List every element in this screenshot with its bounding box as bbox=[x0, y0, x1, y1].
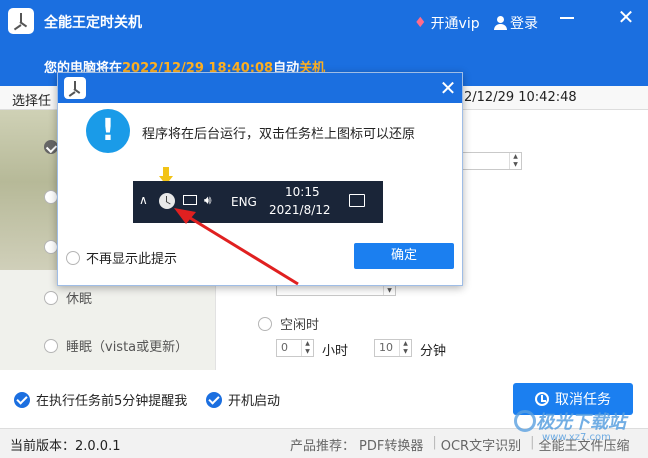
option-sleep[interactable]: 睡眠（vista或更新） bbox=[44, 336, 188, 355]
no-show-option[interactable]: 不再显示此提示 bbox=[66, 248, 177, 267]
dialog-title-bar: ✕ bbox=[58, 73, 462, 103]
check-icon[interactable] bbox=[206, 391, 222, 408]
time-field[interactable]: ▲ ▼ bbox=[462, 152, 522, 170]
option-hibernate[interactable]: 休眠 bbox=[44, 288, 92, 307]
vip-label: 开通vip bbox=[430, 16, 480, 32]
radio-checked[interactable] bbox=[44, 140, 58, 154]
idle-option[interactable]: 空闲时 bbox=[258, 314, 319, 333]
vip-button[interactable]: ♦ 开通vip bbox=[414, 13, 480, 33]
taskbar-time: 10:15 bbox=[285, 185, 320, 199]
taskbar-illustration: ∧ 🔊︎ ENG 10:15 2021/8/12 bbox=[133, 181, 383, 223]
idle-label: 空闲时 bbox=[280, 318, 320, 333]
radio[interactable] bbox=[44, 338, 58, 353]
option-restart[interactable] bbox=[44, 190, 58, 204]
no-show-label: 不再显示此提示 bbox=[86, 252, 178, 267]
idle-minutes-value: 10 bbox=[379, 341, 393, 354]
diamond-icon: ♦ bbox=[414, 15, 427, 31]
app-logo-icon bbox=[64, 77, 86, 99]
ok-button[interactable]: 确定 bbox=[354, 243, 454, 269]
idle-hours-input[interactable]: 0 ▲ ▼ bbox=[276, 339, 314, 357]
radio[interactable] bbox=[44, 290, 58, 305]
login-label: 登录 bbox=[510, 16, 538, 32]
watermark-url: www.xz7.com bbox=[542, 432, 611, 443]
taskbar-lang: ENG bbox=[231, 195, 257, 209]
option-shutdown[interactable] bbox=[44, 140, 58, 154]
minimize-button[interactable] bbox=[560, 9, 576, 25]
close-button[interactable]: ✕ bbox=[614, 6, 638, 28]
dialog-message: 程序将在后台运行，双击任务栏上图标可以还原 bbox=[142, 127, 416, 142]
startup-label: 开机启动 bbox=[228, 394, 281, 409]
section-label: 选择任 bbox=[12, 94, 52, 109]
idle-minutes-input[interactable]: 10 ▲ ▼ bbox=[374, 339, 412, 357]
hour-unit: 小时 bbox=[322, 344, 349, 359]
radio[interactable] bbox=[44, 240, 58, 254]
watermark: 极光下载站 www.xz7.com bbox=[508, 402, 648, 452]
option-label: 睡眠（vista或更新） bbox=[66, 340, 189, 355]
dialog-close-button[interactable]: ✕ bbox=[436, 75, 460, 101]
taskbar-date: 2021/8/12 bbox=[269, 203, 331, 217]
startup-checkbox[interactable]: 开机启动 bbox=[206, 390, 280, 409]
check-icon[interactable] bbox=[14, 391, 30, 408]
current-time: 2/12/29 10:42:48 bbox=[464, 90, 577, 105]
radio[interactable] bbox=[258, 316, 272, 331]
speaker-icon: 🔊︎ bbox=[204, 193, 212, 207]
option-logoff[interactable] bbox=[44, 240, 58, 254]
product-link-pdf[interactable]: PDF转换器 bbox=[359, 435, 423, 454]
spin-arrows-icon[interactable]: ▲▼ bbox=[509, 153, 521, 169]
remind-checkbox[interactable]: 在执行任务前5分钟提醒我 bbox=[14, 390, 187, 409]
spin-arrows-icon[interactable]: ▲▼ bbox=[399, 340, 411, 356]
user-icon bbox=[494, 16, 507, 30]
option-label: 休眠 bbox=[66, 292, 93, 307]
radio[interactable] bbox=[44, 190, 58, 204]
chevron-up-icon: ∧ bbox=[139, 193, 148, 207]
login-button[interactable]: 登录 bbox=[494, 13, 538, 33]
version-label: 当前版本：2.0.0.1 bbox=[10, 439, 121, 454]
radio[interactable] bbox=[66, 250, 80, 265]
remind-label: 在执行任务前5分钟提醒我 bbox=[36, 394, 188, 409]
background-run-dialog: ✕ ! 程序将在后台运行，双击任务栏上图标可以还原 ∧ 🔊︎ ENG 10:15… bbox=[57, 72, 463, 286]
app-logo-icon bbox=[8, 8, 34, 34]
minute-unit: 分钟 bbox=[420, 344, 447, 359]
app-title: 全能王定时关机 bbox=[44, 15, 142, 31]
notification-icon bbox=[349, 194, 365, 207]
idle-hours-value: 0 bbox=[281, 341, 288, 354]
network-icon bbox=[183, 195, 197, 205]
watermark-text: 极光下载站 bbox=[536, 412, 626, 433]
watermark-logo-icon bbox=[514, 410, 536, 432]
products-label: 产品推荐： bbox=[290, 439, 356, 454]
info-icon: ! bbox=[86, 109, 130, 153]
tray-clock-icon bbox=[159, 193, 175, 209]
spin-arrows-icon[interactable]: ▲▼ bbox=[301, 340, 313, 356]
